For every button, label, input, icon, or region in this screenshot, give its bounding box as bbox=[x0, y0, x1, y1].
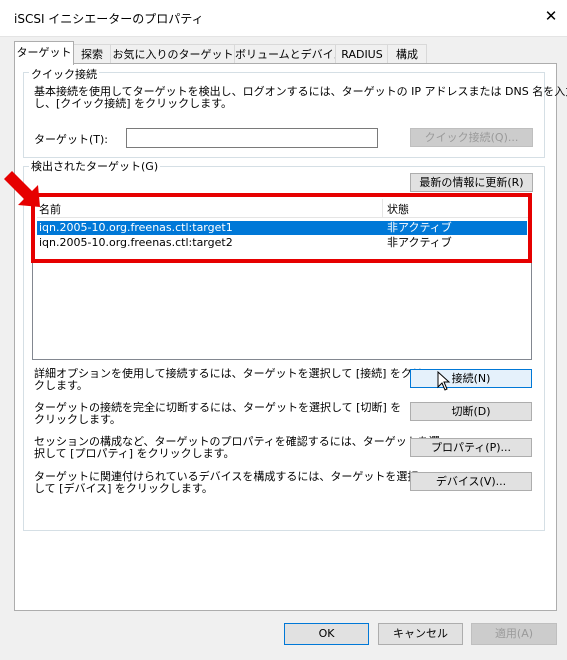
cancel-button[interactable]: キャンセル bbox=[378, 623, 463, 645]
ok-button[interactable]: OK bbox=[284, 623, 369, 645]
properties-desc-2: 択して [プロパティ] をクリックします。 bbox=[34, 447, 235, 460]
connect-desc-2: クします。 bbox=[34, 379, 88, 392]
close-icon[interactable]: ✕ bbox=[541, 6, 561, 26]
disconnect-button[interactable]: 切断(D) bbox=[410, 402, 532, 421]
tab-favorite-targets[interactable]: お気に入りのターゲット bbox=[110, 44, 236, 64]
connect-button[interactable]: 接続(N) bbox=[410, 369, 532, 388]
apply-button[interactable]: 適用(A) bbox=[471, 623, 557, 645]
refresh-button[interactable]: 最新の情報に更新(R) bbox=[410, 173, 533, 192]
quick-connect-button[interactable]: クイック接続(Q)... bbox=[410, 128, 533, 147]
disconnect-description: ターゲットの接続を完全に切断するには、ターゲットを選択して [切断] を クリッ… bbox=[34, 402, 401, 426]
devices-button[interactable]: デバイス(V)... bbox=[410, 472, 532, 491]
connect-description: 詳細オプションを使用して接続するには、ターゲットを選択して [接続] をクリッ … bbox=[34, 368, 434, 392]
quick-connect-label: クイック接続 bbox=[29, 66, 99, 82]
target-input[interactable] bbox=[126, 128, 378, 148]
highlight-box bbox=[31, 193, 532, 263]
tab-radius[interactable]: RADIUS bbox=[335, 44, 389, 64]
devices-desc-2: して [デバイス] をクリックします。 bbox=[34, 482, 213, 495]
properties-button[interactable]: プロパティ(P)... bbox=[410, 438, 532, 457]
properties-description: セッションの構成など、ターゲットのプロパティを確認するには、ターゲットを選 択し… bbox=[34, 436, 440, 460]
quick-connect-desc-2: し、[クイック接続] をクリックします。 bbox=[34, 97, 232, 110]
red-arrow-icon bbox=[4, 171, 40, 207]
discovered-targets-label: 検出されたターゲット(G) bbox=[29, 158, 161, 174]
tab-discovery[interactable]: 探索 bbox=[72, 44, 112, 64]
tab-configuration[interactable]: 構成 bbox=[387, 44, 427, 64]
window-title: iSCSI イニシエーターのプロパティ bbox=[14, 12, 204, 26]
disconnect-desc-2: クリックします。 bbox=[34, 413, 121, 426]
mouse-pointer-icon bbox=[437, 371, 451, 391]
tab-volumes-devices[interactable]: ボリュームとデバイス bbox=[234, 44, 344, 64]
devices-description: ターゲットに関連付けられているデバイスを構成するには、ターゲットを選択 して [… bbox=[34, 471, 418, 495]
tab-target[interactable]: ターゲット bbox=[14, 41, 74, 65]
target-label: ターゲット(T): bbox=[34, 133, 109, 146]
